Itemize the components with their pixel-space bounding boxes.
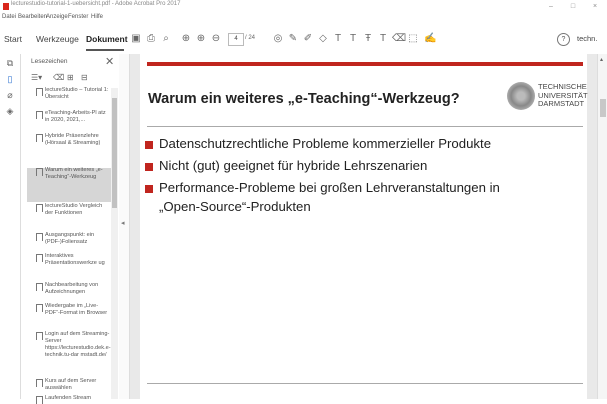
bookmark-item[interactable]: Kurs auf dem Server auswählen xyxy=(27,378,111,395)
bookmark-item[interactable]: lectureStudio Vergleich der Funktionen xyxy=(27,203,111,232)
strikethrough-icon[interactable]: Ŧ xyxy=(362,33,374,45)
document-scrollbar[interactable]: ▴ xyxy=(597,54,607,399)
search-icon[interactable]: ⌕ xyxy=(160,33,172,45)
university-name: TECHNISCHE UNIVERSITÄT DARMSTADT xyxy=(538,82,588,108)
options-icon[interactable]: ☰▾ xyxy=(31,73,42,82)
window-title: lecturestudio-tutorial-1-uebersicht.pdf … xyxy=(11,1,181,7)
next-page-icon[interactable]: ⊕ xyxy=(195,33,207,45)
bookmark-item[interactable]: Ausgangspunkt: ein (PDF-)Foliensatz xyxy=(27,232,111,253)
minimize-button[interactable]: – xyxy=(541,0,561,13)
page-up-icon[interactable]: ⊖ xyxy=(210,33,222,45)
comment-icon[interactable]: ◎ xyxy=(272,33,284,45)
bookmarks-label: Lesezeichen xyxy=(31,58,68,65)
bookmark-item[interactable]: Hybride Präsenzlehre (Hörsaal & Streamin… xyxy=(27,133,111,167)
document-scrollbar-thumb[interactable] xyxy=(600,99,606,117)
expand-bookmark-icon[interactable]: ⊟ xyxy=(81,73,88,82)
scroll-up-icon[interactable]: ▴ xyxy=(600,56,603,63)
help-icon[interactable]: ? xyxy=(557,33,570,46)
slide-accent-bar xyxy=(147,62,583,66)
bookmark-item-selected[interactable]: Warum ein weiteres „e-Teaching“-Werkzeug xyxy=(27,167,111,202)
bullet-marker xyxy=(145,185,153,193)
left-rail: ⧉ ▯ ⌀ ◈ xyxy=(0,54,21,399)
menu-anzeige[interactable]: Anzeige xyxy=(46,14,68,20)
bookmarks-scrollbar-thumb[interactable] xyxy=(112,98,117,208)
menu-bar: Datei Bearbeiten Anzeige Fenster Hilfe xyxy=(0,13,607,25)
active-tab-indicator xyxy=(86,49,124,51)
panel-collapse-handle[interactable]: ◂ xyxy=(119,54,130,399)
title-divider xyxy=(147,126,583,127)
bullet-marker xyxy=(145,141,153,149)
page-number-input[interactable]: 4 xyxy=(228,33,244,46)
stamp-icon[interactable]: ⬚ xyxy=(407,33,419,45)
slide-page: Warum ein weiteres „e-Teaching“-Werkzeug… xyxy=(140,54,588,399)
university-seal-logo xyxy=(507,82,535,110)
user-name[interactable]: techn. xyxy=(577,34,597,43)
bookmark-icon xyxy=(36,396,43,404)
bookmark-item[interactable]: Login auf dem Streaming-Server https://l… xyxy=(27,331,111,378)
menu-bearbeiten[interactable]: Bearbeiten xyxy=(18,14,47,20)
bookmarks-panel: Lesezeichen ✕ ☰▾ ⌫ ⊞ ⊟ lectureStudio – T… xyxy=(21,54,119,404)
delete-bookmark-icon[interactable]: ⌫ xyxy=(53,73,64,82)
eraser-icon[interactable]: ◇ xyxy=(317,33,329,45)
bookmark-icon xyxy=(36,283,43,291)
bookmark-item[interactable]: lectureStudio – Tutorial 1: Übersicht xyxy=(27,87,111,110)
bookmark-icon xyxy=(36,134,43,142)
pages-icon[interactable]: ⧉ xyxy=(4,57,16,69)
bookmark-item[interactable]: Interaktives Präsentationswerkze ug xyxy=(27,253,111,282)
menu-fenster[interactable]: Fenster xyxy=(68,14,88,20)
sign-icon[interactable]: ✍ xyxy=(424,33,436,45)
bookmark-item[interactable]: eTeaching-Arbeits-Pl atz in 2020, 2021,.… xyxy=(27,110,111,133)
bookmark-item[interactable]: Wiedergabe im „Live-PDF“-Format im Brows… xyxy=(27,303,111,331)
text-size-icon[interactable]: T xyxy=(332,33,344,45)
bookmark-panel-icon[interactable]: ▯ xyxy=(4,73,16,85)
bookmarks-header: Lesezeichen ✕ xyxy=(21,54,119,70)
bookmark-icon xyxy=(36,254,43,262)
attachment-icon[interactable]: ⌀ xyxy=(4,89,16,101)
bookmark-icon xyxy=(36,168,43,176)
bookmark-icon xyxy=(36,233,43,241)
bookmark-icon xyxy=(36,88,43,96)
layers-icon[interactable]: ◈ xyxy=(4,105,16,117)
title-bar: lecturestudio-tutorial-1-uebersicht.pdf … xyxy=(0,0,607,13)
bookmarks-toolbar: ☰▾ ⌫ ⊞ ⊟ xyxy=(21,70,119,86)
bookmark-icon xyxy=(36,111,43,119)
bullet-marker xyxy=(145,163,153,171)
bookmark-item[interactable]: Laufenden Stream xyxy=(27,395,111,404)
menu-datei[interactable]: Datei xyxy=(2,14,16,20)
delete-icon[interactable]: ⌫ xyxy=(392,33,406,45)
close-window-button[interactable]: × xyxy=(585,0,605,13)
previous-page-icon[interactable]: ⊕ xyxy=(180,33,192,45)
footer-divider xyxy=(147,383,583,384)
bookmark-item[interactable]: Nachbearbeitung von Aufzeichnungen xyxy=(27,282,111,303)
bookmark-icon xyxy=(36,204,43,212)
bookmark-icon xyxy=(36,379,43,387)
tab-werkzeuge[interactable]: Werkzeuge xyxy=(36,34,79,44)
slide-title: Warum ein weiteres „e-Teaching“-Werkzeug… xyxy=(148,91,460,107)
main-toolbar: Start Werkzeuge Dokument ▣ ⎙ ⌕ ⊕ ⊕ ⊖ 4 /… xyxy=(0,25,607,55)
bookmarks-scrollbar[interactable] xyxy=(111,88,118,399)
tab-dokument[interactable]: Dokument xyxy=(86,34,128,44)
acrobat-app-icon xyxy=(3,3,9,10)
document-view: Warum ein weiteres „e-Teaching“-Werkzeug… xyxy=(130,54,597,399)
collapse-arrow-icon: ◂ xyxy=(121,220,125,227)
new-bookmark-icon[interactable]: ⊞ xyxy=(67,73,74,82)
page-total: / 24 xyxy=(245,35,256,41)
tab-start[interactable]: Start xyxy=(4,34,22,44)
save-icon[interactable]: ▣ xyxy=(130,33,142,45)
bookmark-icon xyxy=(36,304,43,312)
pen-icon[interactable]: ✎ xyxy=(287,33,299,45)
bookmark-icon xyxy=(36,332,43,340)
menu-hilfe[interactable]: Hilfe xyxy=(91,14,103,20)
print-icon[interactable]: ⎙ xyxy=(145,33,157,45)
close-icon[interactable]: ✕ xyxy=(105,55,114,68)
maximize-button[interactable]: □ xyxy=(563,0,583,13)
highlight-icon[interactable]: ✐ xyxy=(302,33,314,45)
text-tool-icon[interactable]: T xyxy=(377,33,389,45)
text-highlight-icon[interactable]: T xyxy=(347,33,359,45)
